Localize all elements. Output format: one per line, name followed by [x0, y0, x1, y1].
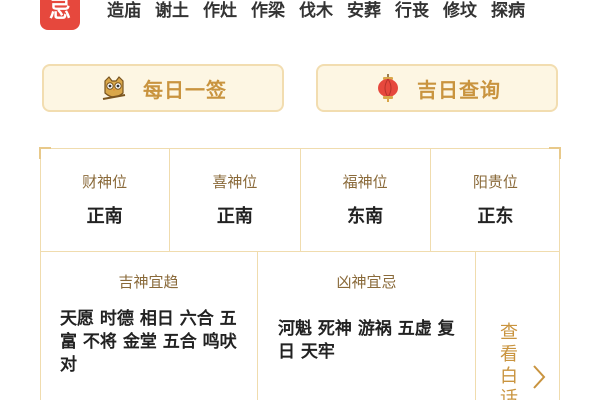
bad-gods-title: 凶神宜忌 [336, 273, 397, 291]
date-query-button[interactable]: 吉日查询 [316, 64, 558, 112]
avoid-item: 造庙 [107, 1, 141, 21]
view-plain-text-button[interactable]: 查看白话 [476, 252, 560, 400]
direction-cell-joy: 喜神位 正南 [170, 148, 301, 252]
bad-gods-list: 河魁 死神 游祸 五虚 复日 天牢 [278, 319, 455, 362]
direction-cell-fortune: 福神位 东南 [300, 148, 431, 252]
almanac-panel: 财神位 正南 喜神位 正南 福神位 东南 阳贵位 正东 吉神宜趋 天愿 时德 相… [39, 147, 561, 400]
avoid-item: 行丧 [395, 1, 429, 21]
daily-lot-label: 每日一签 [143, 77, 227, 102]
direction-label: 福神位 [342, 173, 388, 191]
avoid-row: 忌 造庙 谢土 作灶 作梁 伐木 安葬 行丧 修坟 探病 [0, 0, 600, 40]
direction-label: 财神位 [82, 173, 128, 191]
direction-value: 正南 [216, 206, 253, 227]
direction-row: 财神位 正南 喜神位 正南 福神位 东南 阳贵位 正东 [40, 148, 560, 252]
direction-value: 东南 [347, 206, 384, 227]
chevron-right-icon [533, 365, 546, 389]
avoid-item: 探病 [491, 1, 525, 21]
gods-row: 吉神宜趋 天愿 时德 相日 六合 五富 不将 金堂 五合 鸣吠对 凶神宜忌 河魁… [40, 252, 560, 400]
avoid-item: 安葬 [347, 1, 381, 21]
date-query-label: 吉日查询 [417, 77, 501, 102]
avoid-item: 作梁 [251, 1, 285, 21]
direction-value: 正南 [86, 206, 123, 227]
good-gods-title: 吉神宜趋 [118, 273, 179, 291]
direction-value: 正东 [477, 206, 514, 227]
good-gods-list: 天愿 时德 相日 六合 五富 不将 金堂 五合 鸣吠对 [60, 309, 237, 375]
direction-label: 阳贵位 [472, 173, 518, 191]
view-plain-text-label: 查看白话 [500, 322, 518, 400]
avoid-list: 造庙 谢土 作灶 作梁 伐木 安葬 行丧 修坟 探病 [107, 0, 525, 24]
avoid-item: 修坟 [443, 1, 477, 21]
direction-cell-noble: 阳贵位 正东 [430, 148, 560, 252]
avoid-item: 伐木 [299, 1, 333, 21]
owl-icon [102, 76, 126, 100]
daily-lot-button[interactable]: 每日一签 [42, 64, 284, 112]
direction-label: 喜神位 [212, 173, 258, 191]
lantern-icon [378, 74, 398, 102]
good-gods-cell: 吉神宜趋 天愿 时德 相日 六合 五富 不将 金堂 五合 鸣吠对 [40, 252, 258, 400]
avoid-badge: 忌 [40, 0, 80, 30]
bad-gods-cell: 凶神宜忌 河魁 死神 游祸 五虚 复日 天牢 [258, 252, 476, 400]
direction-cell-wealth: 财神位 正南 [40, 148, 171, 252]
avoid-item: 谢土 [155, 1, 189, 21]
avoid-item: 作灶 [203, 1, 237, 21]
